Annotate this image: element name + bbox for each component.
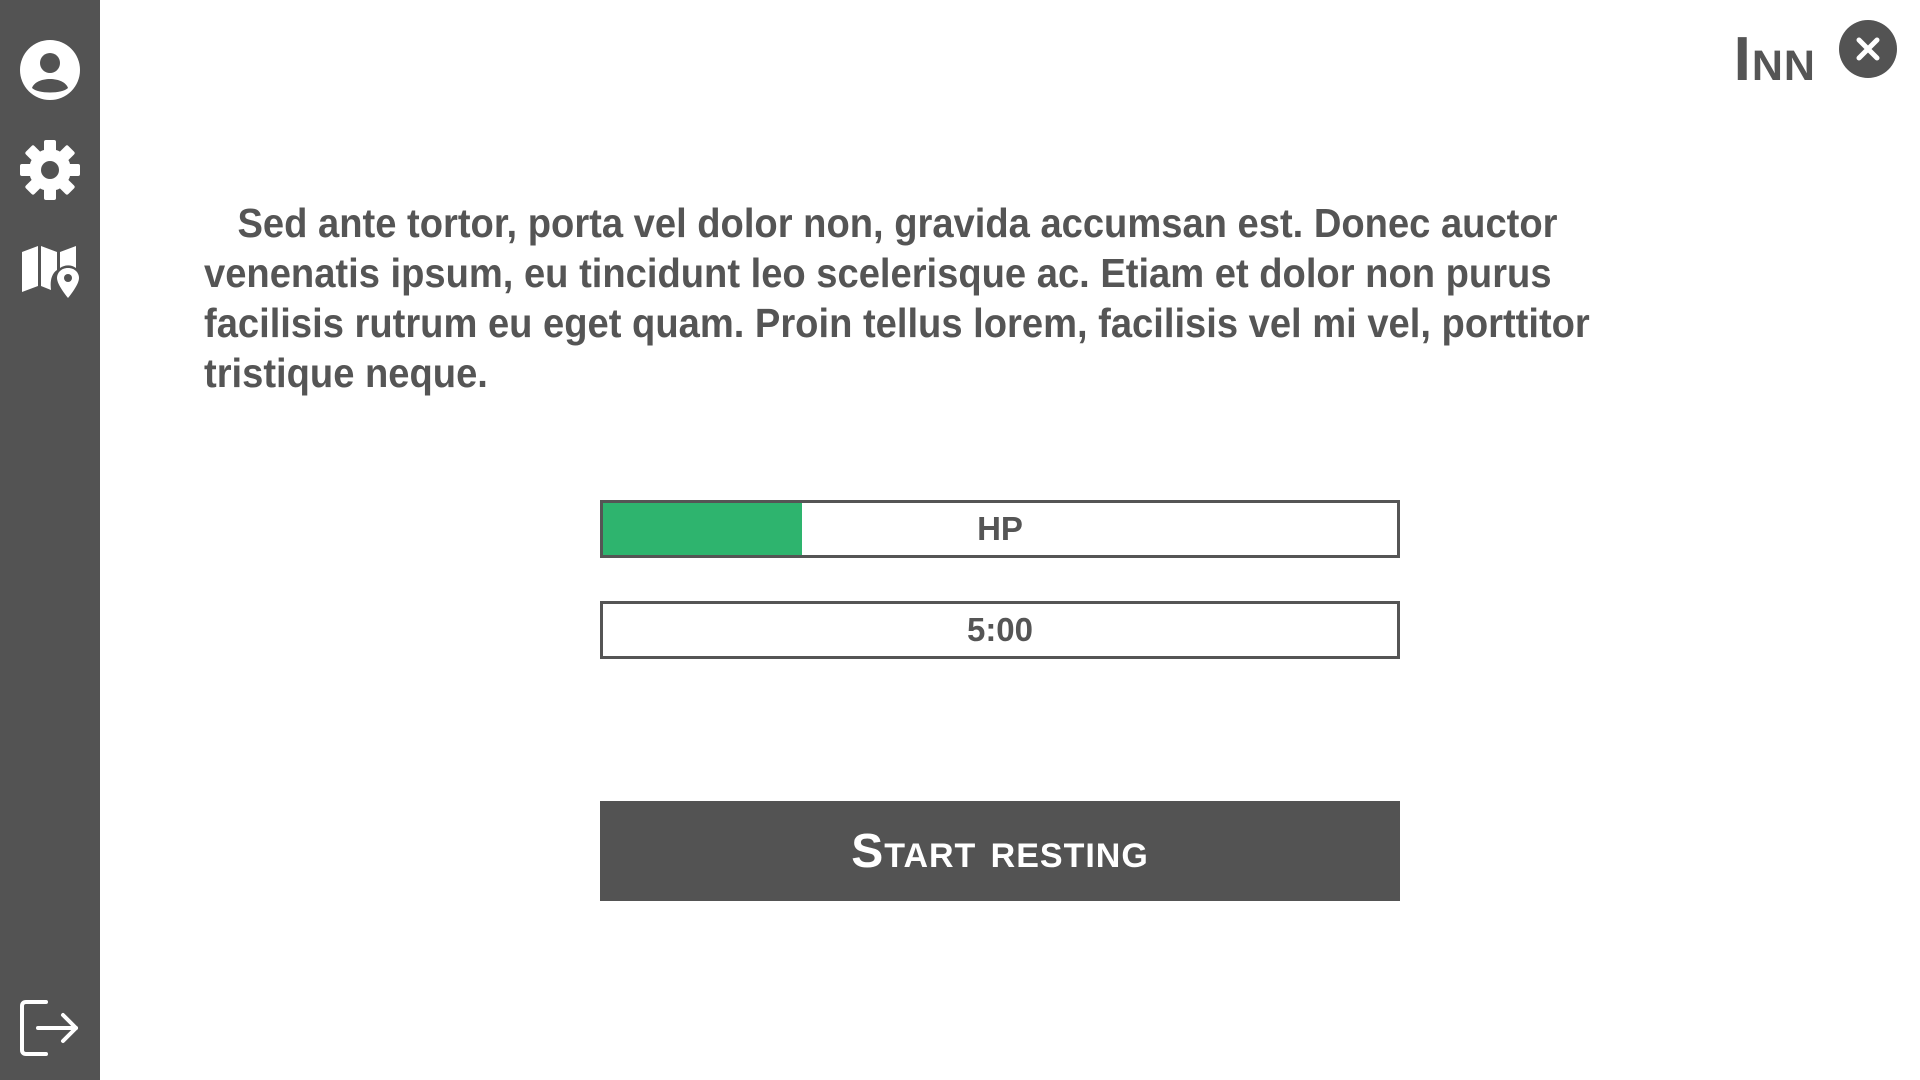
start-resting-button[interactable]: Start resting bbox=[600, 801, 1400, 901]
map-button[interactable] bbox=[14, 234, 86, 306]
hp-bar: HP bbox=[600, 500, 1400, 558]
map-pin-icon bbox=[22, 246, 79, 298]
sidebar bbox=[0, 0, 100, 1080]
profile-icon bbox=[20, 40, 80, 100]
profile-button[interactable] bbox=[14, 34, 86, 106]
description-text: Sed ante tortor, porta vel dolor non, gr… bbox=[204, 200, 1590, 396]
settings-button[interactable] bbox=[14, 134, 86, 206]
close-button[interactable] bbox=[1839, 20, 1897, 78]
rest-timer-bar: 5:00 bbox=[600, 601, 1400, 659]
logout-icon bbox=[20, 1000, 78, 1056]
gear-icon bbox=[20, 140, 80, 200]
rest-timer-label: 5:00 bbox=[966, 611, 1034, 648]
hp-bar-label: HP bbox=[977, 510, 1023, 547]
close-icon bbox=[1856, 37, 1880, 61]
logout-button[interactable] bbox=[14, 992, 86, 1064]
page-title: Inn bbox=[1733, 25, 1816, 94]
